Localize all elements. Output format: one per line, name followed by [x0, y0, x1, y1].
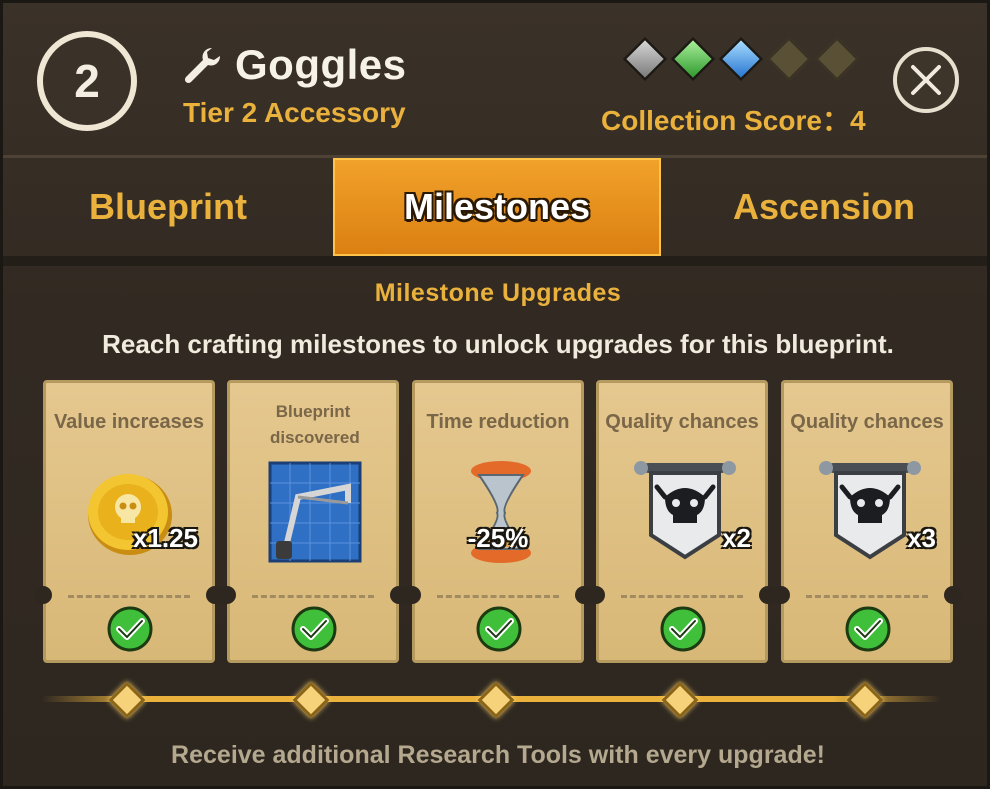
milestone-badge: x2 — [722, 523, 751, 553]
silver-gem-icon — [622, 36, 668, 82]
section-description: Reach crafting milestones to unlock upgr… — [102, 329, 894, 359]
milestone-node-icon — [661, 681, 699, 719]
milestone-label: Value increases — [53, 411, 205, 433]
item-name: Goggles — [235, 41, 407, 88]
checkmark-icon — [660, 606, 706, 652]
checkmark-icon — [845, 606, 891, 652]
milestone-label: Time reduction — [426, 411, 570, 433]
tier-badge: 2 — [37, 31, 137, 131]
milestone-node-icon — [846, 681, 884, 719]
checkmark-icon — [476, 606, 522, 652]
tier-number: 2 — [74, 55, 100, 107]
collection-score: Collection Score：4 — [601, 105, 866, 136]
checkmark-icon — [107, 606, 153, 652]
milestone-label: Blueprint discovered — [270, 402, 360, 447]
wrench-icon — [184, 47, 221, 84]
divider — [806, 595, 928, 598]
footer-note: Receive additional Research Tools with e… — [171, 741, 825, 769]
divider — [621, 595, 743, 598]
milestone-node-icon — [108, 681, 146, 719]
divider — [252, 595, 374, 598]
milestone-badge: x3 — [907, 523, 936, 553]
empty-gem-icon — [766, 36, 812, 82]
tab-bar: Blueprint Milestones Ascension — [3, 158, 987, 256]
checkmark-icon — [291, 606, 337, 652]
divider — [3, 256, 987, 266]
divider — [437, 595, 559, 598]
milestone-label: Quality chances — [790, 411, 944, 433]
empty-gem-icon — [814, 36, 860, 82]
close-button[interactable] — [893, 47, 959, 113]
milestone-card[interactable]: Value increases x1.25 — [34, 380, 224, 663]
item-header: Goggles Tier 2 Accessory — [179, 41, 407, 129]
tab-blueprint[interactable]: Blueprint — [3, 158, 333, 256]
green-gem-icon — [670, 36, 716, 82]
blueprint-hacksaw-icon — [268, 461, 362, 563]
milestone-badge: -25% — [467, 523, 529, 553]
milestone-card[interactable]: Quality chances x2 — [587, 380, 777, 663]
section-title: Milestone Upgrades — [374, 279, 622, 307]
blueprint-panel: 2 Goggles Tier 2 Accessory Collection Sc… — [0, 0, 990, 789]
milestone-card[interactable]: Quality chances x3 — [772, 380, 962, 663]
item-subtitle: Tier 2 Accessory — [183, 97, 406, 128]
divider — [68, 595, 190, 598]
tab-milestones[interactable]: Milestones — [333, 158, 661, 256]
tab-ascension[interactable]: Ascension — [661, 158, 987, 256]
milestone-card[interactable]: Time reduction -25% — [403, 380, 593, 663]
milestone-label: Quality chances — [605, 411, 759, 433]
milestone-badge: x1.25 — [132, 523, 198, 553]
close-x-icon — [911, 65, 941, 95]
blue-gem-icon — [718, 36, 764, 82]
milestone-card[interactable]: Blueprint discovered — [218, 380, 408, 663]
milestone-node-icon — [477, 681, 515, 719]
milestone-node-icon — [292, 681, 330, 719]
collection-gems — [622, 36, 860, 82]
